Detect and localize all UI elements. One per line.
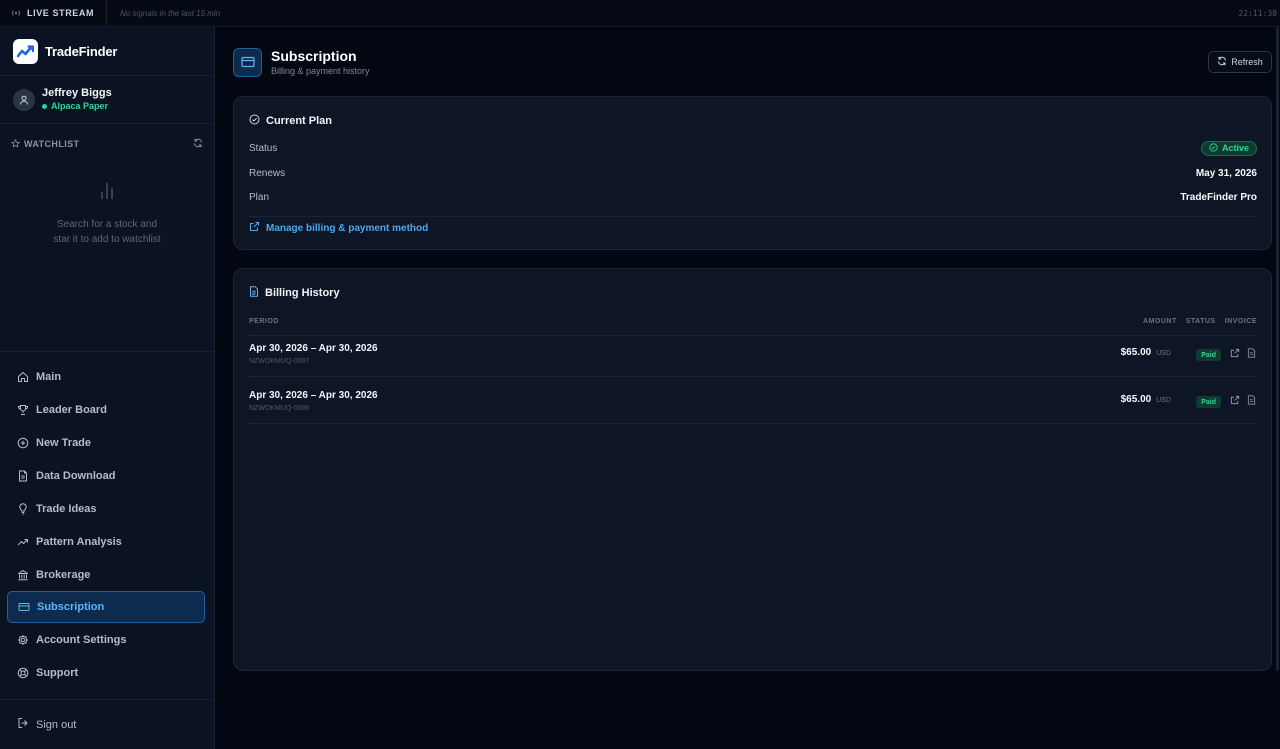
plan-status-row: Status Active xyxy=(249,140,1257,156)
col-amount: AMOUNT xyxy=(1143,317,1177,325)
bar-chart-icon xyxy=(99,183,115,204)
gear-icon xyxy=(17,634,29,646)
pdf-document-icon[interactable] xyxy=(1246,348,1256,358)
ticker-message: No signals in the last 15 min xyxy=(120,8,221,18)
home-icon xyxy=(17,371,29,383)
nav-item-pattern-analysis[interactable]: Pattern Analysis xyxy=(0,525,206,558)
pdf-document-icon[interactable] xyxy=(1246,395,1256,405)
refresh-button[interactable]: Refresh xyxy=(1208,51,1272,73)
main-content: Subscription Billing & payment history R… xyxy=(215,27,1280,749)
nav-item-account-settings[interactable]: Account Settings xyxy=(0,623,206,656)
signal-icon xyxy=(11,4,21,22)
currency: USD xyxy=(1156,350,1171,357)
currency: USD xyxy=(1156,397,1171,404)
sign-out-button[interactable]: Sign out xyxy=(0,699,214,749)
sidebar: TradeFinder Jeffrey Biggs Alpaca Paper W… xyxy=(0,27,215,749)
brand-name: TradeFinder xyxy=(45,43,118,59)
user-icon xyxy=(20,95,28,105)
bank-icon xyxy=(17,569,29,581)
trend-icon xyxy=(17,536,29,548)
tradefinder-logo-icon xyxy=(13,38,38,64)
account-status: Alpaca Paper xyxy=(42,100,112,113)
status-badge: Active xyxy=(1200,140,1257,156)
check-circle-icon xyxy=(1209,142,1218,154)
page-scrollbar[interactable] xyxy=(1276,27,1279,671)
refresh-icon xyxy=(1217,56,1227,68)
clock: 22:11:38 xyxy=(1238,9,1277,18)
lightbulb-icon xyxy=(17,502,29,515)
col-invoice: INVOICE xyxy=(1224,317,1257,325)
nav-item-brokerage[interactable]: Brokerage xyxy=(0,558,206,591)
invoice-id: NZWOKMUQ-0007 xyxy=(249,358,310,365)
divider xyxy=(249,216,1257,217)
watchlist-empty-line2: star it to add to watchlist xyxy=(53,234,161,245)
table-row: Apr 30, 2026 – Apr 30, 2026 NZWOKMUQ-000… xyxy=(249,330,1257,377)
plan-value: TradeFinder Pro xyxy=(1180,191,1257,203)
avatar xyxy=(13,88,35,111)
external-link-icon[interactable] xyxy=(1230,348,1240,358)
lifebuoy-icon xyxy=(17,667,29,679)
online-dot-icon xyxy=(42,104,47,109)
manage-billing-link[interactable]: Manage billing & payment method xyxy=(249,221,428,235)
current-plan-title: Current Plan xyxy=(249,114,332,128)
plus-circle-icon xyxy=(17,437,29,449)
external-link-icon[interactable] xyxy=(1230,395,1240,405)
billing-history-title: Billing History xyxy=(249,286,340,300)
page-header: Subscription Billing & payment history xyxy=(233,47,370,77)
live-stream-indicator: LIVE STREAM xyxy=(0,0,108,26)
user-profile[interactable]: Jeffrey Biggs Alpaca Paper xyxy=(0,76,214,124)
billing-period: Apr 30, 2026 – Apr 30, 2026 xyxy=(249,343,378,354)
nav-item-new-trade[interactable]: New Trade xyxy=(0,426,206,459)
brand[interactable]: TradeFinder xyxy=(0,27,214,76)
account-name: Alpaca Paper xyxy=(51,101,109,111)
plan-name-row: Plan TradeFinder Pro xyxy=(249,190,1257,204)
file-icon xyxy=(17,470,29,482)
nav-item-main[interactable]: Main xyxy=(0,360,206,393)
table-row: Apr 30, 2026 – Apr 30, 2026 NZWOKMUQ-000… xyxy=(249,377,1257,424)
sign-out-icon xyxy=(17,716,29,734)
status-label: Status xyxy=(249,142,278,154)
watchlist-empty-state: Search for a stock and star it to add to… xyxy=(0,182,214,247)
document-icon xyxy=(249,286,259,300)
watchlist-header: WATCHLIST xyxy=(11,135,203,153)
nav-item-leader-board[interactable]: Leader Board xyxy=(0,393,206,426)
user-name: Jeffrey Biggs xyxy=(42,87,112,99)
main-nav: Main Leader Board New Trade Data Downloa… xyxy=(0,351,214,689)
watchlist-title: WATCHLIST xyxy=(24,139,80,149)
trophy-icon xyxy=(17,404,29,416)
billing-amount: $65.00 USD xyxy=(1120,394,1171,405)
page-subtitle: Billing & payment history xyxy=(271,66,370,76)
renews-label: Renews xyxy=(249,167,286,179)
current-plan-card: Current Plan Status Active Renews May 31… xyxy=(233,96,1272,250)
nav-item-support[interactable]: Support xyxy=(0,656,206,689)
refresh-label: Refresh xyxy=(1231,57,1263,67)
status-badge: Paid xyxy=(1196,349,1221,361)
credit-card-icon xyxy=(18,601,30,613)
renews-value: May 31, 2026 xyxy=(1195,167,1257,179)
nav-item-trade-ideas[interactable]: Trade Ideas xyxy=(0,492,206,525)
live-stream-bar: LIVE STREAM No signals in the last 15 mi… xyxy=(0,0,1280,27)
billing-history-card: Billing History PERIOD AMOUNT STATUS INV… xyxy=(233,268,1272,671)
col-status: STATUS xyxy=(1185,317,1216,325)
billing-amount: $65.00 USD xyxy=(1120,347,1171,358)
invoice-id: NZWOKMUQ-0006 xyxy=(249,405,310,412)
plan-label: Plan xyxy=(249,191,270,203)
live-stream-label: LIVE STREAM xyxy=(27,8,95,18)
watchlist-refresh-icon[interactable] xyxy=(193,135,203,153)
nav-item-data-download[interactable]: Data Download xyxy=(0,459,206,492)
nav-item-subscription[interactable]: Subscription xyxy=(7,591,205,623)
credit-card-icon xyxy=(233,47,262,77)
star-icon xyxy=(11,138,20,150)
status-badge: Paid xyxy=(1196,396,1221,408)
billing-period: Apr 30, 2026 – Apr 30, 2026 xyxy=(249,390,378,401)
watchlist-empty-line1: Search for a stock and xyxy=(56,219,158,230)
check-circle-icon xyxy=(249,114,260,128)
plan-renews-row: Renews May 31, 2026 xyxy=(249,166,1257,180)
external-link-icon xyxy=(249,221,260,235)
page-title: Subscription xyxy=(271,48,357,64)
col-period: PERIOD xyxy=(249,317,279,325)
